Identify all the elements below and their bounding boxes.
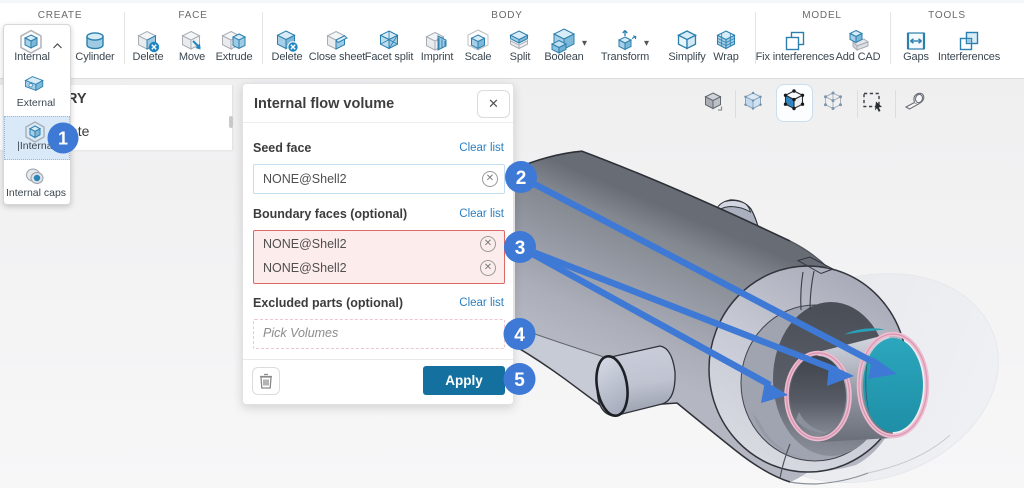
svg-text:2: 2 <box>516 168 527 189</box>
svg-text:5: 5 <box>514 370 525 391</box>
svg-text:4: 4 <box>514 325 525 346</box>
svg-text:1: 1 <box>58 129 68 149</box>
svg-text:3: 3 <box>515 238 526 259</box>
